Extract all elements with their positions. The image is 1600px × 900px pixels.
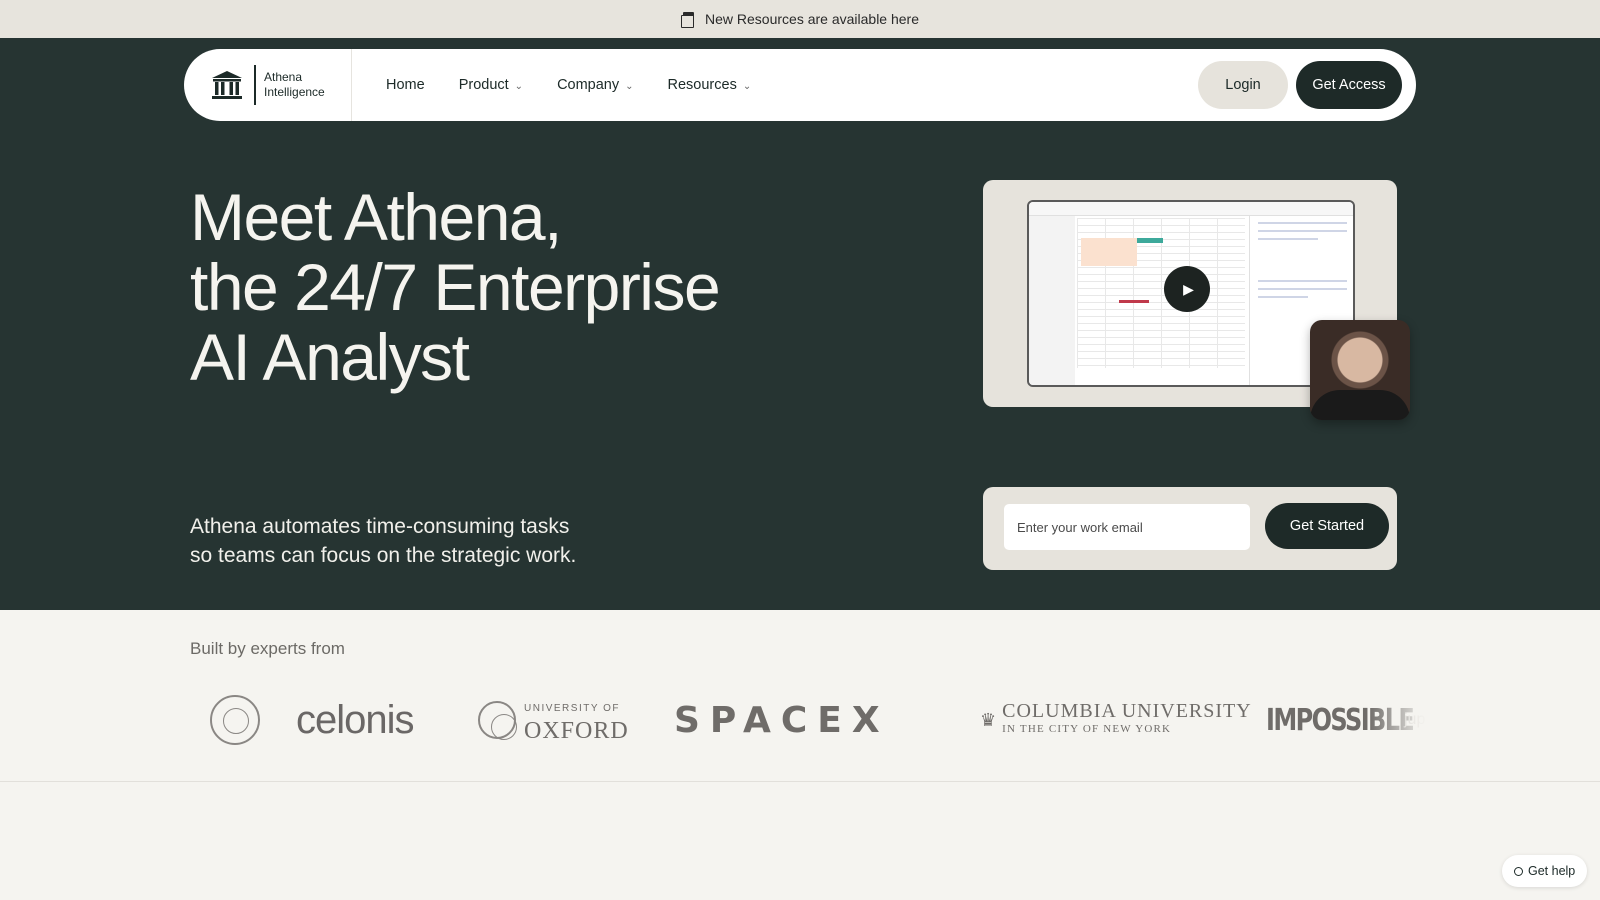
get-started-button[interactable]: Get Started xyxy=(1265,503,1389,549)
section-divider xyxy=(0,781,1600,782)
logo-divider xyxy=(254,65,256,105)
experts-title: Built by experts from xyxy=(190,639,345,658)
logo-wordmark: Athena Intelligence xyxy=(264,70,325,99)
cornell-seal-logo xyxy=(210,688,260,752)
celonis-logo: celonis xyxy=(296,697,415,742)
get-access-button[interactable]: Get Access xyxy=(1296,61,1402,109)
get-help-button[interactable]: Get help xyxy=(1502,855,1588,887)
nav-company[interactable]: Company ⌄ xyxy=(557,77,633,93)
columbia-logo: ♛ COLUMBIA UNIVERSITY IN THE CITY OF NEW… xyxy=(980,700,1252,735)
chevron-down-icon: ⌄ xyxy=(742,80,752,92)
nav-home[interactable]: Home xyxy=(386,77,425,93)
presenter-avatar xyxy=(1310,320,1410,420)
announcement-bar[interactable]: New Resources are available here xyxy=(0,0,1600,38)
hero-section: Athena Intelligence Home Product ⌄ Compan… xyxy=(0,38,1600,610)
hero-headline: Meet Athena, the 24/7 Enterprise AI Anal… xyxy=(190,180,721,394)
chevron-down-icon: ⌄ xyxy=(514,80,524,92)
oxford-logo: UNIVERSITY OF OXFORD xyxy=(478,688,629,752)
nav-resources[interactable]: Resources ⌄ xyxy=(668,77,752,93)
announcement-text[interactable]: New Resources are available here xyxy=(705,11,919,27)
logo-carousel: celonis UNIVERSITY OF OXFORD SPACEX ♛ CO… xyxy=(172,688,1428,752)
hero-subtitle: Athena automates time-consuming tasks so… xyxy=(190,515,577,567)
spacex-logo: SPACEX xyxy=(674,699,890,741)
temple-logo-icon xyxy=(210,69,244,101)
nav-links: Home Product ⌄ Company ⌄ Resources ⌄ xyxy=(386,77,751,93)
crown-icon: ♛ xyxy=(980,709,997,730)
chat-icon xyxy=(1514,866,1523,876)
nav-actions: Login Get Access xyxy=(1198,61,1416,109)
work-email-input[interactable] xyxy=(1004,504,1250,550)
nav-product[interactable]: Product ⌄ xyxy=(459,77,523,93)
signup-form: Get Started xyxy=(983,487,1397,570)
play-icon[interactable]: ▶ xyxy=(1164,266,1210,312)
main-nav: Athena Intelligence Home Product ⌄ Compan… xyxy=(184,49,1416,121)
logo[interactable]: Athena Intelligence xyxy=(184,49,352,121)
resources-icon xyxy=(681,12,695,28)
chevron-down-icon: ⌄ xyxy=(625,80,634,92)
login-button[interactable]: Login xyxy=(1198,61,1288,109)
